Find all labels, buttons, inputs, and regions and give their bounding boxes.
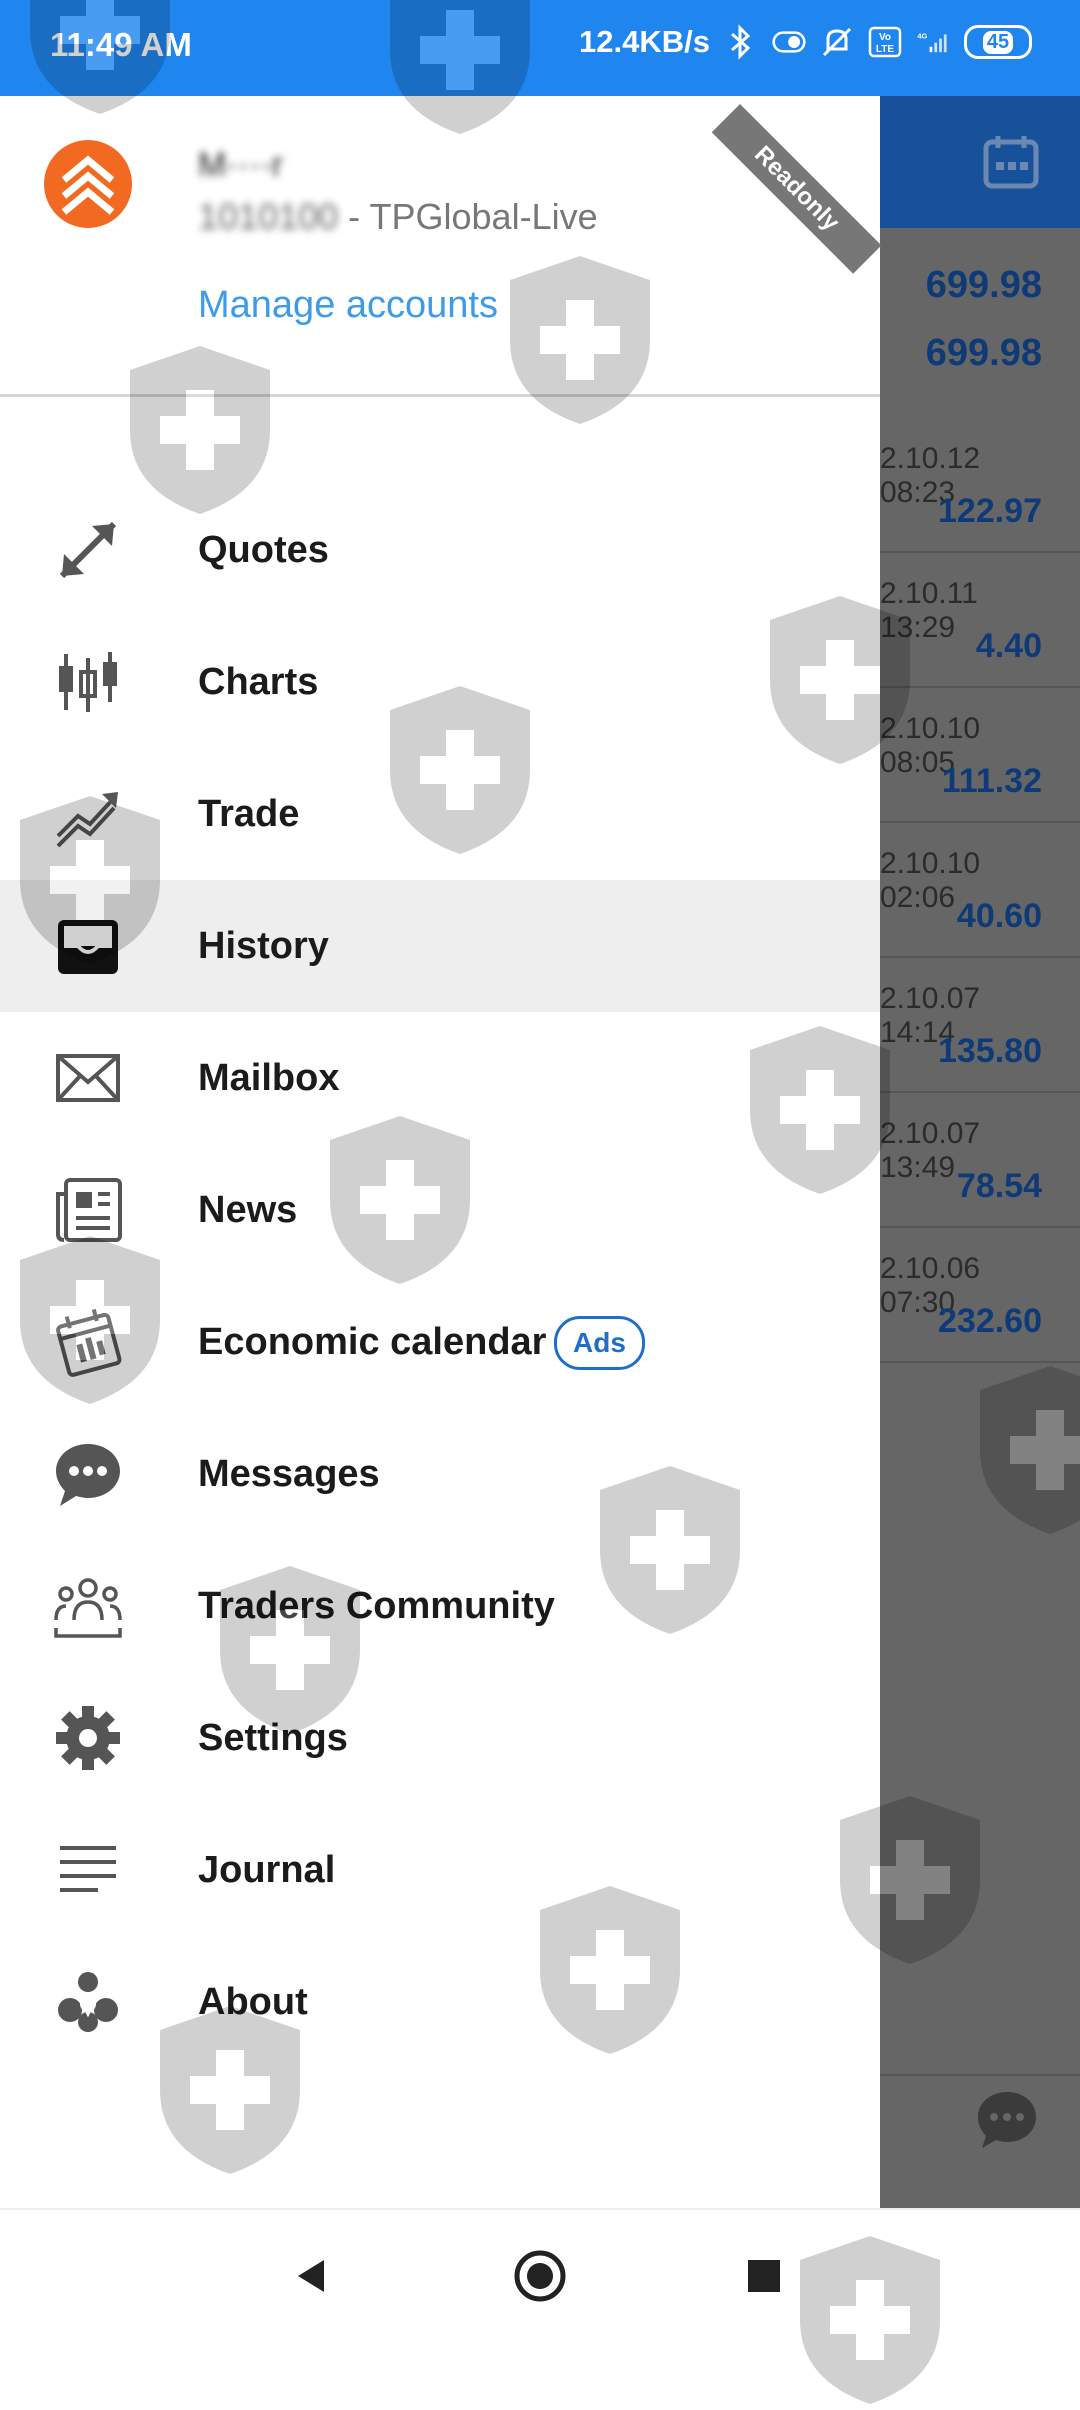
calendar-icon [52, 1306, 124, 1378]
account-header: M····r 1010100 - TPGlobal-Live Manage ac… [0, 96, 882, 397]
battery-level: 45 [982, 30, 1014, 54]
history-value: 232.60 [938, 1302, 1042, 1340]
candlestick-icon [52, 646, 124, 718]
balance-value: 699.98 [925, 264, 1042, 306]
home-button[interactable] [508, 2244, 572, 2308]
broker-logo-icon [44, 140, 132, 228]
mail-icon [52, 1042, 124, 1114]
menu-item-traders-community[interactable]: Traders Community [0, 1540, 880, 1672]
drawer-menu: Quotes Charts Trade History Mailbox News Econo… [0, 484, 880, 2068]
history-inbox-icon [52, 910, 124, 982]
menu-item-charts[interactable]: Charts [0, 616, 880, 748]
menu-item-history[interactable]: History [0, 880, 880, 1012]
history-value: 40.60 [956, 897, 1042, 935]
history-value: 135.80 [938, 1032, 1042, 1070]
menu-item-label: News [198, 1188, 298, 1231]
mute-icon [820, 22, 854, 62]
menu-item-label: History [198, 924, 329, 967]
about-logo-icon [52, 1966, 124, 2038]
home-icon [514, 2250, 566, 2302]
navigation-drawer: M····r 1010100 - TPGlobal-Live Manage ac… [0, 96, 882, 2208]
menu-item-label: Traders Community [198, 1584, 555, 1627]
menu-item-label: Trade [198, 792, 300, 835]
bluetooth-icon [724, 22, 758, 62]
readonly-badge: Readonly [711, 104, 882, 274]
history-value: 122.97 [938, 492, 1042, 530]
network-speed: 12.4KB/s [579, 24, 710, 59]
community-icon [52, 1570, 124, 1642]
menu-item-label: Charts [198, 660, 319, 703]
trade-trend-icon [52, 778, 124, 850]
menu-item-label: Settings [198, 1716, 348, 1759]
menu-item-mailbox[interactable]: Mailbox [0, 1012, 880, 1144]
menu-item-label: Journal [198, 1848, 336, 1891]
svg-text:Vo: Vo [879, 32, 891, 43]
status-icons: 12.4KB/s Vo LTE 4G 45 [579, 22, 1032, 62]
menu-item-label: Economic calendar [198, 1320, 547, 1363]
back-button[interactable] [280, 2244, 344, 2308]
account-number: 1010100 [198, 196, 339, 237]
menu-item-label: Mailbox [198, 1056, 340, 1099]
history-row: 2.10.10 02:06 40.60 [880, 821, 1080, 958]
account-name: M····r [198, 146, 283, 184]
history-value: 111.32 [941, 762, 1042, 800]
account-line: 1010100 - TPGlobal-Live [198, 196, 598, 238]
menu-item-about[interactable]: About [0, 1936, 880, 2068]
status-time: 11:49 AM [50, 26, 192, 63]
volte-icon: Vo LTE [868, 22, 902, 62]
history-row: 2.10.12 08:23 122.97 [880, 416, 1080, 553]
recents-icon [748, 2260, 780, 2292]
history-value: 78.54 [956, 1167, 1042, 1205]
menu-item-news[interactable]: News [0, 1144, 880, 1276]
svg-text:LTE: LTE [876, 44, 894, 55]
calendar-icon [983, 136, 1039, 189]
history-row: 2.10.07 14:14 135.80 [880, 956, 1080, 1093]
menu-item-quotes[interactable]: Quotes [0, 484, 880, 616]
menu-item-settings[interactable]: Settings [0, 1672, 880, 1804]
history-row: 2.10.10 08:05 111.32 [880, 686, 1080, 823]
journal-lines-icon [52, 1834, 124, 1906]
menu-item-journal[interactable]: Journal [0, 1804, 880, 1936]
recents-button[interactable] [732, 2244, 796, 2308]
history-row: 2.10.06 07:30 232.60 [880, 1226, 1080, 1363]
menu-item-economic-calendar[interactable]: Economic calendar Ads [0, 1276, 880, 1408]
chat-bubble-icon [52, 1438, 124, 1510]
menu-item-label: Quotes [198, 528, 329, 571]
gear-icon [52, 1702, 124, 1774]
ads-badge: Ads [554, 1316, 645, 1370]
chat-icon [978, 2092, 1036, 2148]
history-value: 4.40 [975, 627, 1042, 665]
newspaper-icon [52, 1174, 124, 1246]
back-icon [298, 2260, 324, 2292]
signal-icon: 4G [916, 22, 950, 62]
toggle-icon [772, 22, 806, 62]
menu-item-label: Messages [198, 1452, 380, 1495]
menu-item-trade[interactable]: Trade [0, 748, 880, 880]
quotes-arrows-icon [52, 514, 124, 586]
menu-item-messages[interactable]: Messages [0, 1408, 880, 1540]
account-server: - TPGlobal-Live [338, 196, 598, 237]
battery-icon: 45 [964, 25, 1032, 59]
background-history-screen: 699.98 699.98 2.10.12 08:23 122.97 2.10.11… [880, 96, 1080, 2208]
status-bar: 11:49 AM 12.4KB/s Vo LTE 4G 45 [0, 0, 1080, 96]
menu-item-label: About [198, 1980, 308, 2023]
system-nav-bar [0, 2208, 1080, 2342]
history-row: 2.10.07 13:49 78.54 [880, 1091, 1080, 1228]
manage-accounts-link[interactable]: Manage accounts [198, 284, 498, 327]
svg-text:4G: 4G [917, 32, 927, 41]
background-toolbar [880, 96, 1080, 228]
equity-value: 699.98 [925, 332, 1042, 374]
history-row: 2.10.11 13:29 4.40 [880, 551, 1080, 688]
